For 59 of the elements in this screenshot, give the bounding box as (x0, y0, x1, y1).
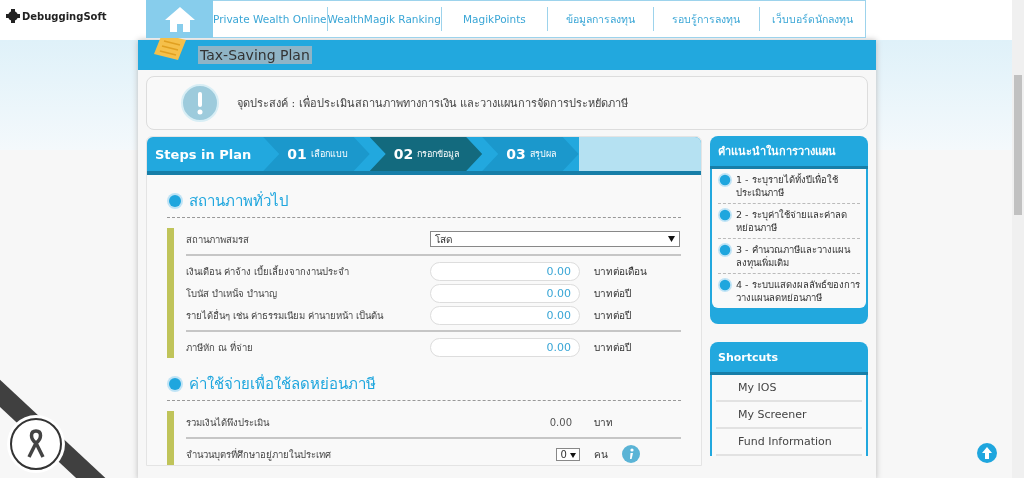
amount-field[interactable]: 0.00 (430, 283, 580, 303)
unit-label: บาทต่อปี (594, 286, 632, 301)
field-label: จำนวนบุตรที่ศึกษาอยู่ภายในประเทศ (186, 447, 332, 462)
notice-text: จุดประสงค์ : เพื่อประเมินสถานภาพทางการเงิน และวางแผนการจัดการประหยัดภาษี (237, 94, 629, 112)
unit-label: บาทต่อปี (594, 308, 632, 323)
tip-text: 4 - ระบบแสดงผลลัพธ์ของการวางแผนลดหย่อนภาษี (736, 278, 860, 304)
tip-text: 3 - คำนวณภาษีและวางแผนลงทุนเพิ่มเติม (736, 243, 852, 269)
step-tab[interactable]: 01 เลือกแบบ (263, 137, 370, 171)
unit-label: คน (594, 447, 608, 462)
step-tab[interactable]: 03 สรุปผล (482, 137, 579, 171)
field-label: สถานภาพสมรส (186, 232, 250, 247)
tip-text: 2 - ระบุค่าใช้จ่ายและค่าลดหย่อนภาษี (736, 208, 848, 234)
tips-title: คำแนะนำในการวางแผน (718, 143, 836, 160)
exclamation-icon (181, 84, 219, 122)
nav-link[interactable]: เว็บบอร์ดนักลงทุน (760, 10, 866, 28)
nav-link[interactable]: WealthMagik Ranking (327, 13, 441, 25)
sun-bullet-icon (718, 173, 732, 187)
shortcut-link[interactable]: Fund Information (716, 429, 862, 456)
amount-field[interactable]: 0.00 (430, 305, 580, 325)
field-label: ภาษีหัก ณ ที่จ่าย (186, 340, 255, 355)
sun-bullet-icon (718, 278, 732, 292)
steps-title: Steps in Plan (154, 145, 253, 164)
step-tab[interactable]: 02 กรอกข้อมูล (369, 137, 483, 171)
section-title: สถานภาพทั่วไป (189, 190, 289, 212)
field-label: รายได้อื่นๆ เช่น ค่าธรรมเนียม ค่านายหน้า เป็นต้น (186, 308, 385, 323)
sun-bullet-icon (167, 193, 183, 209)
sun-bullet-icon (718, 243, 732, 257)
section-title: ค่าใช้จ่ายเพื่อใช้ลดหย่อนภาษี (189, 373, 376, 395)
unit-label: บาทต่อเดือน (594, 264, 648, 279)
count-dropdown[interactable]: 0 (556, 447, 580, 461)
amount-field[interactable]: 0.00 (430, 337, 580, 357)
unit-label: บาท (594, 415, 614, 430)
field-label: รวมเงินได้พึงประเมิน (186, 415, 271, 430)
caret-icon (570, 452, 576, 458)
shortcut-link[interactable]: My Screener (716, 402, 862, 429)
unit-label: บาทต่อปี (594, 340, 632, 355)
field-label: โบนัส บำเหน็จ บำนาญ (186, 286, 279, 301)
field-label: เงินเดือน ค่าจ้าง เบี้ยเลี้ยงจากงานประจำ (186, 264, 351, 279)
logo-text: DebuggingSoft (22, 10, 107, 22)
home-button[interactable] (146, 0, 213, 38)
nav-link[interactable]: MagikPoints (441, 13, 547, 25)
sun-bullet-icon (718, 208, 732, 222)
scroll-top-button[interactable] (977, 443, 997, 463)
dropdown[interactable]: โสด (430, 231, 680, 247)
sun-bullet-icon (167, 376, 183, 392)
total-value: 0.00 (548, 416, 573, 428)
shortcuts-title: Shortcuts (718, 350, 779, 364)
scrollbar[interactable] (1012, 0, 1024, 478)
amount-field[interactable]: 0.00 (430, 261, 580, 281)
tip-text: 1 - ระบุรายได้ทั้งปีเพื่อใช้ประเมินภาษี (736, 173, 839, 199)
nav-link[interactable]: ข้อมูลการลงทุน (547, 10, 653, 28)
info-icon[interactable] (622, 445, 640, 463)
page-title: Tax-Saving Plan (198, 46, 312, 64)
caret-icon (668, 236, 675, 242)
nav-link[interactable]: Private Wealth Online (213, 13, 327, 25)
nav-link[interactable]: รอบรู้การลงทุน (653, 10, 759, 28)
mourning-ribbon-badge (10, 418, 62, 470)
gear-logo-icon (6, 9, 20, 23)
shortcut-link[interactable]: My IOS (716, 375, 862, 402)
